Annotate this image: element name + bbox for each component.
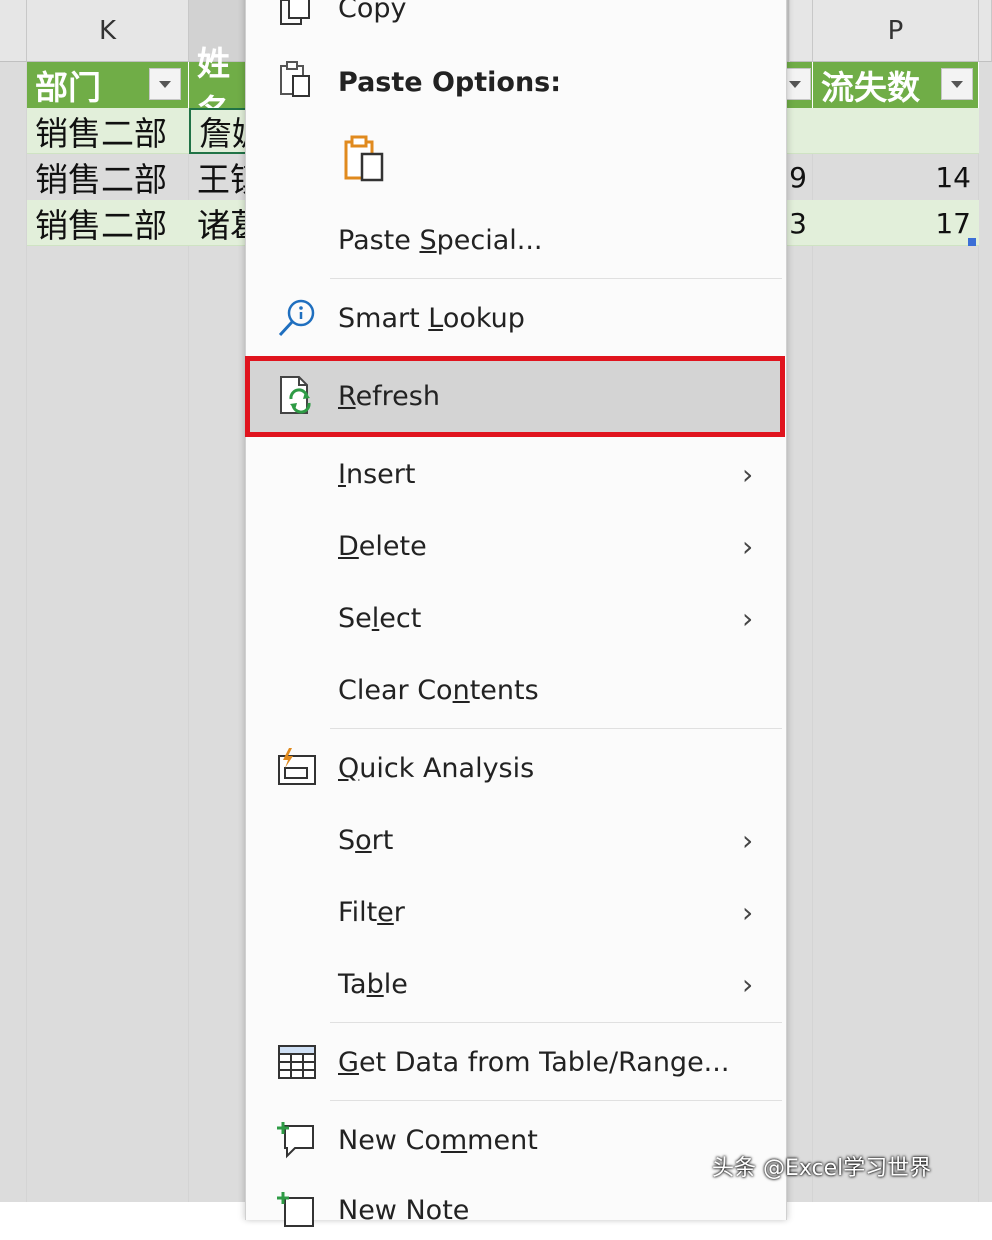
menu-label: Delete bbox=[338, 530, 427, 562]
cell-dept[interactable]: 销售二部 bbox=[27, 154, 189, 200]
menu-item-get-data[interactable]: Get Data from Table/Range... bbox=[245, 1032, 785, 1092]
menu-item-new-comment[interactable]: New Comment bbox=[245, 1110, 785, 1170]
menu-item-insert[interactable]: Insert › bbox=[245, 444, 785, 504]
menu-label: New Comment bbox=[338, 1124, 538, 1156]
column-header-o[interactable] bbox=[790, 0, 813, 62]
column-header-q[interactable] bbox=[979, 0, 992, 62]
cell-number[interactable]: 3 bbox=[785, 200, 813, 246]
chevron-right-icon: › bbox=[742, 895, 754, 929]
filter-dropdown-icon[interactable] bbox=[941, 68, 973, 100]
menu-item-copy[interactable]: Copy bbox=[245, 0, 785, 38]
cell-name[interactable]: 王镇 bbox=[189, 154, 249, 200]
menu-label: Paste Special... bbox=[338, 224, 543, 256]
header-lost-label: 流失数 bbox=[821, 68, 920, 107]
refresh-icon bbox=[275, 373, 319, 417]
new-note-icon bbox=[275, 1188, 319, 1232]
table-header-dept[interactable]: 部门 bbox=[27, 62, 189, 108]
quick-analysis-icon bbox=[275, 746, 319, 790]
menu-label: Table bbox=[338, 968, 408, 1000]
smart-lookup-icon bbox=[275, 296, 319, 340]
menu-label: Smart Lookup bbox=[338, 302, 525, 334]
chevron-right-icon: › bbox=[742, 529, 754, 563]
column-k-label: K bbox=[98, 15, 117, 46]
menu-label: Paste Options: bbox=[338, 66, 562, 98]
header-dept-label: 部门 bbox=[35, 68, 101, 107]
menu-item-select[interactable]: Select › bbox=[245, 588, 785, 648]
menu-item-refresh[interactable]: Refresh bbox=[245, 356, 785, 437]
menu-item-smart-lookup[interactable]: Smart Lookup bbox=[245, 288, 785, 348]
menu-label: Filter bbox=[338, 896, 405, 928]
menu-label: Select bbox=[338, 602, 422, 634]
column-p-label: P bbox=[887, 15, 904, 46]
paste-option-button[interactable] bbox=[338, 132, 394, 188]
paste-icon bbox=[275, 58, 319, 102]
menu-label: Refresh bbox=[338, 381, 440, 412]
copy-icon bbox=[275, 0, 319, 30]
filter-dropdown-icon[interactable] bbox=[149, 68, 181, 100]
menu-item-quick-analysis[interactable]: Quick Analysis bbox=[245, 738, 785, 798]
cell-lost[interactable]: 17 bbox=[813, 200, 979, 246]
menu-label: Get Data from Table/Range... bbox=[338, 1046, 730, 1078]
menu-label: Clear Contents bbox=[338, 674, 539, 706]
cell-number[interactable]: 9 bbox=[785, 154, 813, 200]
menu-label: Sort bbox=[338, 824, 394, 856]
menu-item-filter[interactable]: Filter › bbox=[245, 882, 785, 942]
menu-label: New Note bbox=[338, 1194, 470, 1226]
menu-item-paste-special[interactable]: Paste Special... bbox=[245, 210, 785, 270]
chevron-right-icon: › bbox=[742, 967, 754, 1001]
cell-name[interactable]: 诸葛 bbox=[189, 200, 249, 246]
cell-dept[interactable]: 销售二部 bbox=[27, 200, 189, 246]
chevron-right-icon: › bbox=[742, 457, 754, 491]
table-header-lost[interactable]: 流失数 bbox=[813, 62, 979, 108]
column-header-k[interactable]: K bbox=[27, 0, 189, 62]
menu-header-paste-options: Paste Options: bbox=[245, 52, 785, 112]
menu-separator bbox=[330, 728, 782, 729]
menu-separator bbox=[330, 278, 782, 279]
cell-lost[interactable]: 14 bbox=[813, 154, 979, 200]
menu-item-clear-contents[interactable]: Clear Contents bbox=[245, 660, 785, 720]
table-range-icon bbox=[275, 1040, 319, 1084]
column-header-p[interactable]: P bbox=[813, 0, 979, 62]
chevron-right-icon: › bbox=[742, 823, 754, 857]
table-header-o[interactable] bbox=[779, 62, 813, 108]
menu-label: Copy bbox=[338, 0, 407, 24]
cell-dept[interactable]: 销售二部 bbox=[27, 108, 189, 154]
table-resize-handle[interactable] bbox=[968, 238, 976, 246]
new-comment-icon bbox=[275, 1118, 319, 1162]
table-header-name[interactable]: 姓名 bbox=[189, 44, 249, 131]
menu-label: Insert bbox=[338, 458, 416, 490]
menu-item-table[interactable]: Table › bbox=[245, 954, 785, 1014]
watermark: 头条 @Excel学习世界 bbox=[712, 1156, 932, 1181]
active-cell-name[interactable]: 詹妮 bbox=[189, 108, 249, 154]
column-header-prev[interactable] bbox=[0, 0, 27, 62]
clipboard-paste-icon bbox=[344, 135, 384, 182]
menu-item-sort[interactable]: Sort › bbox=[245, 810, 785, 870]
menu-separator bbox=[330, 1100, 782, 1101]
menu-item-delete[interactable]: Delete › bbox=[245, 516, 785, 576]
menu-label: Quick Analysis bbox=[338, 752, 535, 784]
menu-item-new-note[interactable]: New Note bbox=[245, 1180, 785, 1240]
chevron-right-icon: › bbox=[742, 601, 754, 635]
menu-separator bbox=[330, 1022, 782, 1023]
